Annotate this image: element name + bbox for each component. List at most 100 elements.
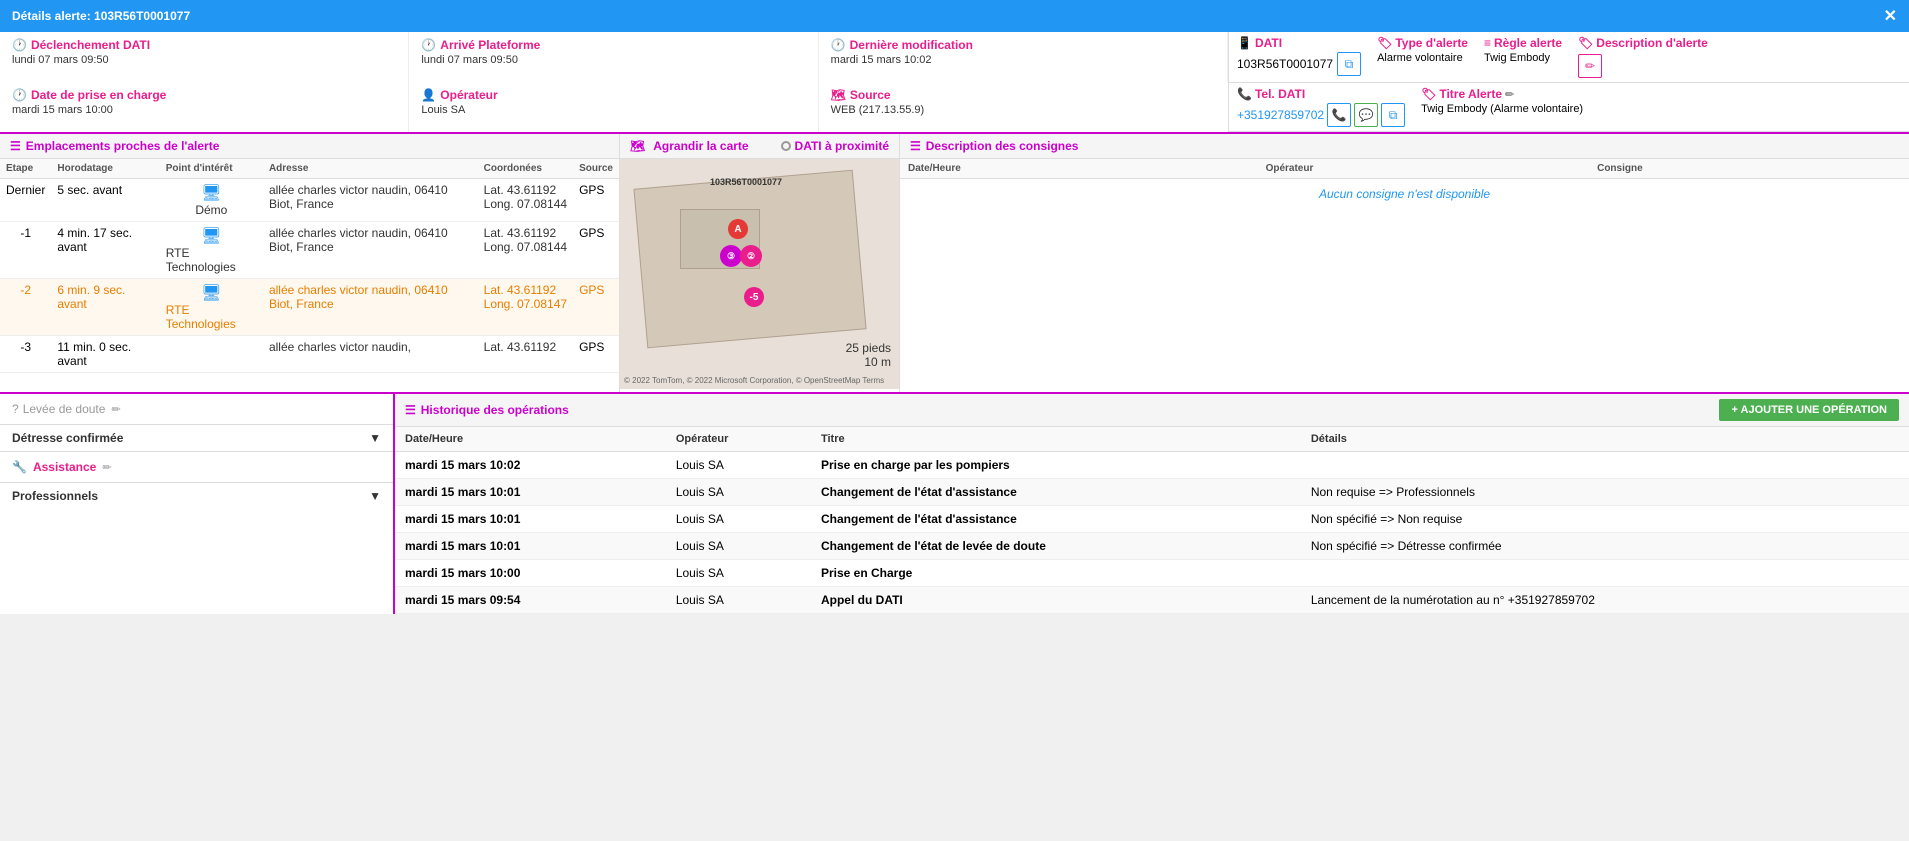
- historique-row: mardi 15 mars 10:02 Louis SA Prise en ch…: [395, 452, 1909, 479]
- loc-source: GPS: [573, 279, 619, 336]
- loc-adresse: allée charles victor naudin,: [263, 336, 478, 373]
- arrive-cell: 🕐 Arrivé Plateforme lundi 07 mars 09:50: [409, 32, 818, 82]
- map-marker-a[interactable]: A: [728, 219, 748, 239]
- hist-titre: Changement de l'état de levée de doute: [811, 533, 1301, 560]
- professionnels-chevron[interactable]: ▼: [369, 489, 381, 503]
- loc-coords: Lat. 43.61192 Long. 07.08144: [478, 179, 573, 222]
- type-alerte-label: 🏷 Type d'alerte: [1377, 36, 1468, 50]
- consignes-header-row: Date/Heure Opérateur Consigne: [900, 159, 1909, 179]
- regle-alerte-block: ≡ Règle alerte Twig Embody: [1484, 36, 1562, 64]
- hist-col-op: Opérateur: [666, 427, 811, 452]
- historique-header-row: Date/Heure Opérateur Titre Détails: [395, 427, 1909, 452]
- loc-source: GPS: [573, 179, 619, 222]
- derniere-label: 🕐 Dernière modification: [831, 38, 1215, 52]
- hist-op: Louis SA: [666, 533, 811, 560]
- loc-horodatage: 11 min. 0 sec. avant: [51, 336, 159, 373]
- source-cell: 🗺 Source WEB (217.13.55.9): [819, 82, 1228, 132]
- tag-icon3: 🏷: [1421, 87, 1436, 101]
- hist-date: mardi 15 mars 10:01: [395, 533, 666, 560]
- close-button[interactable]: ✕: [1884, 6, 1897, 26]
- phone-icon2: 📞: [1237, 87, 1252, 101]
- locations-panel: ☰ Emplacements proches de l'alerte Etape…: [0, 134, 620, 392]
- header-right: 📱 DATI 103R56T0001077 ⧉ 🏷 Type d'alerte …: [1229, 32, 1909, 132]
- hist-col-details: Détails: [1301, 427, 1909, 452]
- consignes-panel: ☰ Description des consignes Date/Heure O…: [900, 134, 1909, 392]
- arrive-label: 🕐 Arrivé Plateforme: [421, 38, 805, 52]
- map-marker-cluster-3[interactable]: ③: [720, 245, 742, 267]
- derniere-value: mardi 15 mars 10:02: [831, 54, 1215, 66]
- map-copyright: © 2022 TomTom, © 2022 Microsoft Corporat…: [624, 376, 884, 385]
- assistance-header: 🔧 Assistance ✏: [12, 460, 381, 474]
- loc-horodatage: 6 min. 9 sec. avant: [51, 279, 159, 336]
- map-title[interactable]: Agrandir la carte: [653, 139, 748, 153]
- tel-call-button[interactable]: 📞: [1327, 103, 1351, 127]
- detresse-label: Détresse confirmée: [12, 431, 123, 445]
- desc-edit-button[interactable]: ✏: [1578, 54, 1602, 78]
- consignes-col-date: Date/Heure: [900, 159, 1258, 179]
- historique-row: mardi 15 mars 10:01 Louis SA Changement …: [395, 533, 1909, 560]
- locations-title: Emplacements proches de l'alerte: [26, 139, 220, 153]
- add-operation-button[interactable]: + AJOUTER UNE OPÉRATION: [1719, 399, 1899, 421]
- loc-etape: -1: [0, 222, 51, 279]
- historique-title-area: ☰ Historique des opérations: [405, 403, 569, 417]
- hist-details: Non spécifié => Détresse confirmée: [1301, 533, 1909, 560]
- scale-10m: 10 m: [846, 355, 891, 369]
- list-icon2: ☰: [910, 139, 921, 153]
- tag-icon: 🏷: [1377, 36, 1392, 50]
- loc-source: GPS: [573, 336, 619, 373]
- list-icon3: ☰: [405, 403, 416, 417]
- loc-adresse: allée charles victor naudin, 06410 Biot,…: [263, 222, 478, 279]
- desc-alerte-label: 🏷 Description d'alerte: [1578, 36, 1901, 50]
- hist-titre: Changement de l'état d'assistance: [811, 506, 1301, 533]
- window-title: Détails alerte: 103R56T0001077: [12, 9, 190, 23]
- type-alerte-block: 🏷 Type d'alerte Alarme volontaire: [1377, 36, 1468, 64]
- hist-titre: Prise en Charge: [811, 560, 1301, 587]
- loc-etape: Dernier: [0, 179, 51, 222]
- loc-poi: 🖥RTE Technologies: [160, 279, 263, 336]
- source-label: 🗺 Source: [831, 88, 1216, 102]
- assistance-edit-icon[interactable]: ✏: [102, 461, 111, 474]
- dati-radio: [781, 141, 791, 151]
- loc-horodatage: 4 min. 17 sec. avant: [51, 222, 159, 279]
- col-poi: Point d'intérêt: [160, 159, 263, 179]
- layers-icon: ≡: [1484, 36, 1491, 50]
- col-etape: Etape: [0, 159, 51, 179]
- levee-edit-icon[interactable]: ✏: [111, 403, 120, 416]
- tel-label: 📞 Tel. DATI: [1237, 87, 1405, 101]
- tel-copy-button[interactable]: ⧉: [1381, 103, 1405, 127]
- declenchement-value: lundi 07 mars 09:50: [12, 54, 396, 66]
- type-alerte-value: Alarme volontaire: [1377, 52, 1468, 64]
- arrive-value: lundi 07 mars 09:50: [421, 54, 805, 66]
- consignes-table: Date/Heure Opérateur Consigne Aucun cons…: [900, 159, 1909, 209]
- tag-icon2: 🏷: [1578, 36, 1593, 50]
- detresse-chevron[interactable]: ▼: [369, 431, 381, 445]
- loc-poi: 🖥Démo: [160, 179, 263, 222]
- tel-sms-button[interactable]: 💬: [1354, 103, 1378, 127]
- tel-link[interactable]: +351927859702: [1237, 108, 1324, 122]
- map-expand-icon: 🗺: [630, 139, 645, 153]
- hist-date: mardi 15 mars 10:01: [395, 506, 666, 533]
- location-row: -3 11 min. 0 sec. avant allée charles vi…: [0, 336, 619, 373]
- col-source: Source: [573, 159, 619, 179]
- hist-titre: Changement de l'état d'assistance: [811, 479, 1301, 506]
- location-row: -2 6 min. 9 sec. avant 🖥RTE Technologies…: [0, 279, 619, 336]
- derniere-cell: 🕐 Dernière modification mardi 15 mars 10…: [819, 32, 1228, 82]
- professionnels-section: Professionnels ▼: [0, 483, 393, 509]
- loc-etape: -2: [0, 279, 51, 336]
- map-marker-minus5[interactable]: -5: [744, 287, 764, 307]
- bottom-area: ? Levée de doute ✏ Détresse confirmée ▼ …: [0, 394, 1909, 614]
- titre-alerte-block: 🏷 Titre Alerte ✏ Twig Embody (Alarme vol…: [1421, 87, 1901, 115]
- titre-edit-icon[interactable]: ✏: [1505, 88, 1514, 101]
- locations-table: Etape Horodatage Point d'intérêt Adresse…: [0, 159, 619, 373]
- map-marker-cluster-2[interactable]: ②: [740, 245, 762, 267]
- top-area: ☰ Emplacements proches de l'alerte Etape…: [0, 134, 1909, 394]
- hist-date: mardi 15 mars 09:54: [395, 587, 666, 614]
- locations-header: ☰ Emplacements proches de l'alerte: [0, 134, 619, 159]
- loc-poi: 🖥RTE Technologies: [160, 222, 263, 279]
- header-left: 🕐 Déclenchement DATI lundi 07 mars 09:50…: [0, 32, 1229, 132]
- location-row: -1 4 min. 17 sec. avant 🖥RTE Technologie…: [0, 222, 619, 279]
- operateur-label: 👤 Opérateur: [421, 88, 805, 102]
- dati-copy-button[interactable]: ⧉: [1337, 52, 1361, 76]
- map-panel: 🗺 Agrandir la carte DATI à proximité 103…: [620, 134, 900, 392]
- clock-icon3: 🕐: [831, 38, 846, 52]
